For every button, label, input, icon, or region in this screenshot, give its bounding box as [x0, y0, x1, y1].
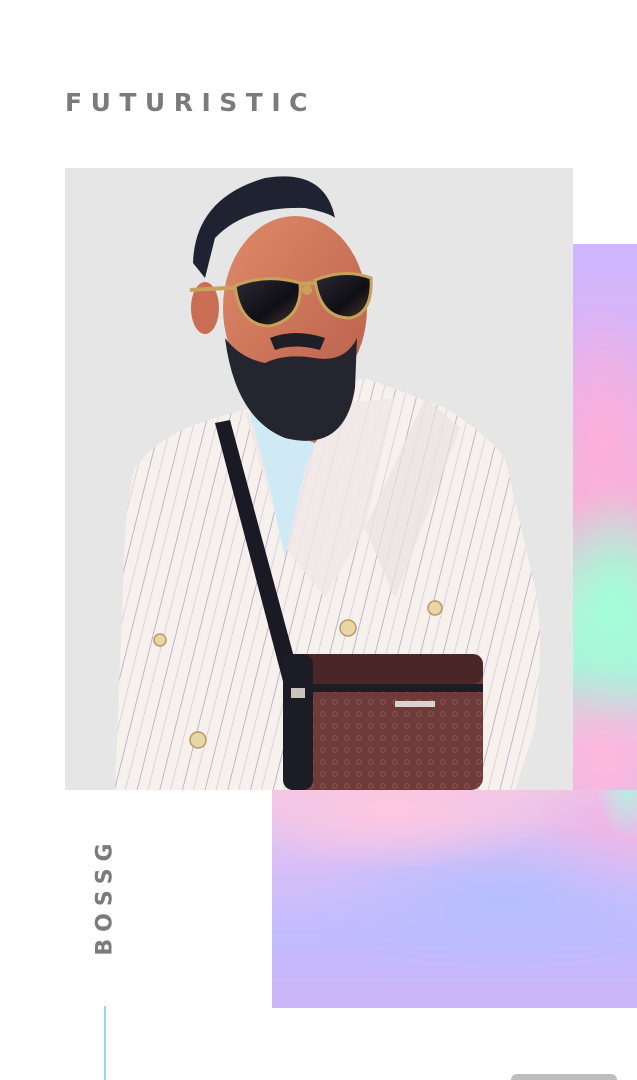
side-label: BOSSG [92, 836, 118, 956]
lookbook-page: FUTURISTIC BOSSG [0, 0, 637, 1080]
crossbody-bag [283, 654, 483, 790]
jacket-button [427, 600, 443, 616]
accent-divider [104, 1006, 106, 1080]
side-label-wrap: BOSSG [88, 826, 122, 966]
jacket-button [189, 731, 207, 749]
jacket-button [339, 619, 357, 637]
model-photo [65, 168, 573, 790]
jacket-button [153, 633, 167, 647]
holographic-panel-bottom [272, 790, 637, 1008]
page-heading: FUTURISTIC [65, 88, 316, 117]
scroll-indicator[interactable] [511, 1074, 617, 1080]
